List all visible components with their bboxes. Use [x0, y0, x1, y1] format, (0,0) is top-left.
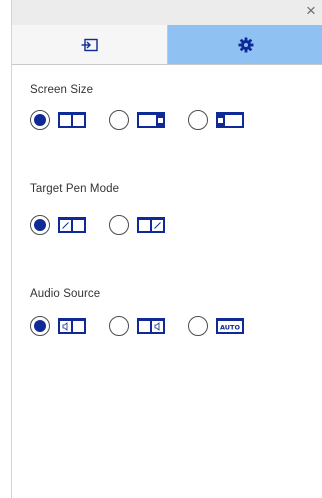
tab-input-source[interactable] — [12, 25, 168, 64]
screen-size-option-left-small[interactable] — [188, 110, 245, 130]
audio-auto-icon: AUTO — [216, 318, 244, 334]
audio-option-auto[interactable]: AUTO — [188, 316, 245, 336]
tab-settings[interactable] — [168, 25, 322, 64]
radio-button[interactable] — [109, 316, 129, 336]
radio-button[interactable] — [188, 110, 208, 130]
section-title-audio-source: Audio Source — [30, 288, 101, 300]
close-button[interactable]: × — [301, 1, 321, 23]
screen-size-options — [30, 110, 267, 130]
section-title-screen-size: Screen Size — [30, 84, 94, 96]
pen-mode-option-right[interactable] — [109, 215, 166, 235]
audio-source-options: AUTO — [30, 316, 267, 336]
section-title-target-pen-mode: Target Pen Mode — [30, 183, 120, 195]
radio-button[interactable] — [30, 215, 50, 235]
gear-icon — [238, 37, 253, 52]
tab-bar — [12, 25, 322, 65]
audio-left-screen-icon — [58, 318, 86, 334]
screen-size-option-equal[interactable] — [30, 110, 87, 130]
audio-option-left[interactable] — [30, 316, 87, 336]
pen-mode-option-left[interactable] — [30, 215, 87, 235]
screen-size-option-right-small[interactable] — [109, 110, 166, 130]
title-bar: × — [12, 0, 322, 25]
settings-panel: × Screen Size Target Pen Mode Audio Sour… — [11, 0, 322, 498]
radio-button[interactable] — [30, 110, 50, 130]
screen-split-equal-icon — [58, 112, 86, 128]
radio-button[interactable] — [109, 110, 129, 130]
input-source-icon — [81, 38, 98, 51]
radio-button[interactable] — [188, 316, 208, 336]
audio-auto-label: AUTO — [220, 324, 241, 332]
audio-right-screen-icon — [137, 318, 165, 334]
screen-split-right-small-icon — [137, 112, 165, 128]
target-pen-mode-options — [30, 215, 188, 235]
screen-split-left-small-icon — [216, 112, 244, 128]
pen-left-screen-icon — [58, 217, 86, 233]
radio-button[interactable] — [109, 215, 129, 235]
radio-button[interactable] — [30, 316, 50, 336]
audio-option-right[interactable] — [109, 316, 166, 336]
pen-right-screen-icon — [137, 217, 165, 233]
